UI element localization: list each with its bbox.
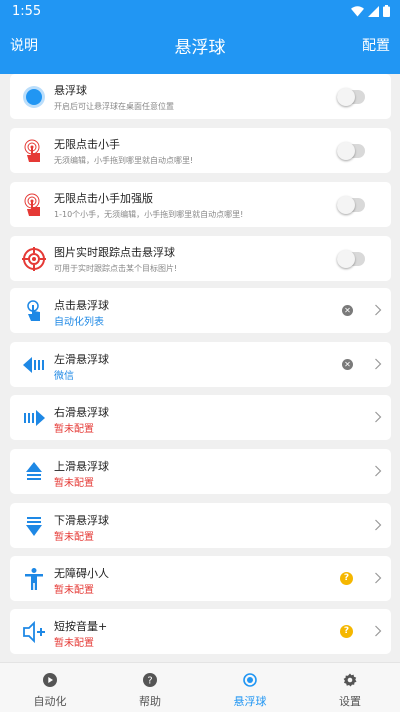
bottom-nav: 自动化 ? 帮助 悬浮球 设置 [0, 662, 400, 712]
tap-hand-icon [24, 139, 40, 162]
battery-icon [383, 5, 390, 17]
toggle-knob [337, 142, 355, 160]
help-badge[interactable]: ? [340, 572, 353, 585]
swipe-up-card[interactable]: 上滑悬浮球 暂未配置 [10, 449, 391, 494]
app-bar: 说明 悬浮球 配置 [0, 24, 400, 66]
chevron-right-icon [375, 411, 382, 423]
tab-label: 帮助 [139, 695, 161, 708]
swipe-right-card[interactable]: 右滑悬浮球 暂未配置 [10, 395, 391, 440]
finger-tap-icon [27, 300, 40, 321]
tab-automation[interactable]: 自动化 [0, 663, 100, 712]
card-title: 悬浮球 [54, 84, 87, 97]
floating-ball-card[interactable]: 悬浮球 开启后可让悬浮球在桌面任意位置 [10, 74, 391, 119]
image-tracking-toggle[interactable] [337, 250, 365, 268]
card-subtitle: 暂未配置 [54, 585, 94, 596]
card-subtitle: 暂未配置 [54, 532, 94, 543]
target-icon [22, 247, 46, 271]
swipe-right-icon [24, 410, 45, 426]
tab-label: 自动化 [33, 695, 67, 708]
card-subtitle: 无须编辑，小手拖到哪里就自动点哪里! [54, 156, 194, 165]
chevron-right-icon [375, 625, 382, 637]
card-subtitle: 暂未配置 [54, 424, 94, 435]
card-title: 下滑悬浮球 [54, 514, 109, 527]
volume-up-card[interactable]: 短按音量+ 暂未配置 ? [10, 609, 391, 654]
card-title: 无障碍小人 [54, 567, 109, 580]
chevron-right-icon [375, 572, 382, 584]
signal-icon [368, 5, 379, 17]
card-title: 上滑悬浮球 [54, 460, 109, 473]
status-icons [351, 5, 390, 17]
help-badge[interactable]: ? [340, 625, 353, 638]
image-tracking-card[interactable]: 图片实时跟踪点击悬浮球 可用于实时跟踪点击某个目标图片! [10, 236, 391, 281]
toggle-knob [337, 88, 355, 106]
clear-button[interactable]: ✕ [342, 305, 353, 316]
card-title: 图片实时跟踪点击悬浮球 [54, 246, 175, 259]
card-subtitle: 可用于实时跟踪点击某个目标图片! [54, 264, 178, 273]
toggle-knob [337, 196, 355, 214]
accessibility-person-card[interactable]: 无障碍小人 暂未配置 ? [10, 556, 391, 601]
config-button[interactable]: 配置 [362, 35, 390, 55]
tab-settings[interactable]: 设置 [300, 663, 400, 712]
card-title: 右滑悬浮球 [54, 406, 109, 419]
gear-icon [343, 673, 357, 687]
card-title: 短按音量+ [54, 620, 108, 633]
tab-floating-ball[interactable]: 悬浮球 [200, 663, 300, 712]
card-subtitle: 暂未配置 [54, 478, 94, 489]
card-title: 无限点击小手加强版 [54, 192, 153, 205]
swipe-left-card[interactable]: 左滑悬浮球 微信 ✕ [10, 342, 391, 387]
tap-hand-icon [24, 193, 40, 216]
card-subtitle: 开启后可让悬浮球在桌面任意位置 [54, 102, 174, 111]
card-subtitle: 暂未配置 [54, 638, 94, 649]
tab-label: 悬浮球 [233, 695, 267, 708]
chevron-right-icon [375, 304, 382, 316]
card-subtitle: 微信 [54, 371, 74, 382]
play-circle-icon [43, 673, 57, 687]
tab-label: 设置 [339, 695, 361, 708]
help-circle-icon: ? [143, 673, 157, 687]
blue-circle-icon [23, 86, 45, 108]
chevron-right-icon [375, 519, 382, 531]
status-time: 1:55 [12, 4, 42, 19]
swipe-down-card[interactable]: 下滑悬浮球 暂未配置 [10, 503, 391, 548]
tap-floating-ball-card[interactable]: 点击悬浮球 自动化列表 ✕ [10, 288, 391, 333]
card-subtitle: 1-10个小手，无须编辑，小手拖到哪里就自动点哪里! [54, 210, 244, 219]
chevron-right-icon [375, 358, 382, 370]
card-title: 左滑悬浮球 [54, 353, 109, 366]
wifi-icon [351, 5, 364, 16]
volume-up-icon [23, 620, 45, 644]
page-title: 悬浮球 [174, 38, 226, 58]
float-ball-icon [243, 673, 257, 687]
clear-button[interactable]: ✕ [342, 359, 353, 370]
swipe-left-icon [23, 357, 44, 373]
tab-help[interactable]: ? 帮助 [100, 663, 200, 712]
card-title: 点击悬浮球 [54, 299, 109, 312]
svg-text:?: ? [147, 676, 152, 687]
infinite-tap-hand-toggle[interactable] [337, 142, 365, 160]
status-bar: 1:55 [0, 0, 400, 24]
toggle-knob [337, 250, 355, 268]
card-subtitle: 自动化列表 [54, 317, 104, 328]
accessibility-person-icon [25, 568, 43, 590]
chevron-right-icon [375, 465, 382, 477]
infinite-tap-hand-plus-toggle[interactable] [337, 196, 365, 214]
infinite-tap-hand-plus-card[interactable]: 无限点击小手加强版 1-10个小手，无须编辑，小手拖到哪里就自动点哪里! [10, 182, 391, 227]
card-title: 无限点击小手 [54, 138, 120, 151]
top-bar: 1:55 说明 悬浮球 配置 [0, 0, 400, 74]
infinite-tap-hand-card[interactable]: 无限点击小手 无须编辑，小手拖到哪里就自动点哪里! [10, 128, 391, 173]
swipe-down-icon [26, 517, 42, 536]
floating-ball-toggle[interactable] [337, 88, 365, 106]
swipe-up-icon [26, 462, 42, 480]
